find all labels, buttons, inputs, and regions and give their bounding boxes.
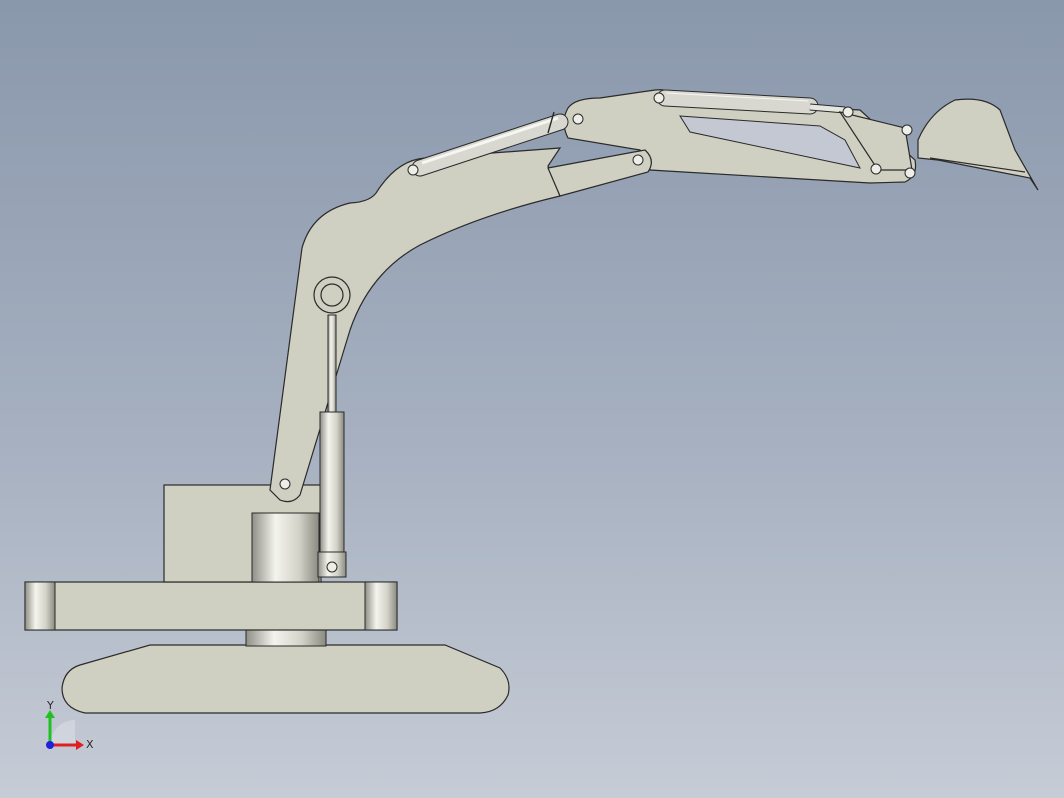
link-pin-1	[842, 106, 854, 118]
triad-x-arrow	[76, 740, 84, 750]
link-pin-4	[904, 167, 916, 179]
slew-ring	[245, 627, 327, 647]
link-pin-3	[870, 163, 882, 175]
triad-shadow	[50, 720, 75, 745]
boom	[269, 147, 562, 503]
frame-end-right	[364, 581, 398, 631]
arm-cylinder	[656, 89, 846, 115]
boom-arm-pin	[572, 113, 584, 125]
upper-frame	[24, 581, 398, 631]
frame-end-left	[24, 581, 56, 631]
boom-pillar	[251, 512, 320, 583]
arm-cyl-pin	[653, 92, 665, 104]
triad-z-dot	[46, 741, 54, 749]
excavator-model[interactable]: X Y	[0, 0, 1064, 798]
cylinder-top-eye-inner	[320, 283, 344, 307]
bucket	[917, 98, 1039, 191]
link-pin-2	[901, 124, 913, 136]
triad-y-label: Y	[46, 699, 54, 712]
cylinder-base-pin	[326, 561, 338, 573]
boom-cyl-pin	[407, 164, 419, 176]
triad-x-label: X	[86, 738, 94, 751]
boom-base-pin	[279, 478, 291, 490]
arm-pin-2	[632, 154, 644, 166]
track-body	[61, 644, 510, 714]
graphics-viewport[interactable]: X Y	[0, 0, 1064, 798]
